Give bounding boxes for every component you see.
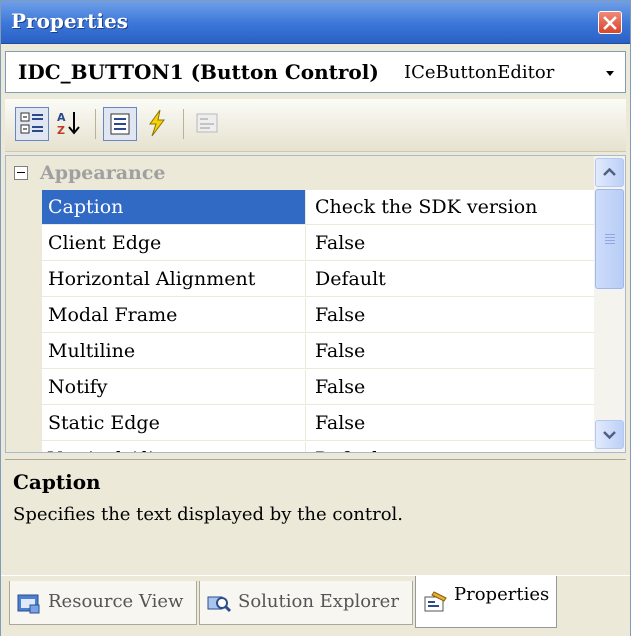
description-pane: Caption Specifies the text displayed by … (5, 459, 626, 570)
svg-text:Z: Z (57, 124, 65, 137)
property-row-client-edge[interactable]: Client Edge False (6, 226, 594, 262)
close-button[interactable] (598, 11, 622, 34)
bottom-tab-strip: Resource View Solution Explorer Properti… (1, 575, 630, 636)
scroll-down-button[interactable] (595, 420, 624, 449)
properties-window: Properties IDC_BUTTON1 (Button Control) … (0, 0, 631, 636)
property-name: Client Edge (42, 226, 306, 261)
dropdown-arrow-icon[interactable] (599, 60, 621, 84)
events-icon (149, 109, 165, 137)
svg-text:A: A (57, 111, 66, 124)
thumb-grip (605, 234, 615, 235)
description-title: Caption (13, 470, 101, 494)
row-gutter (6, 298, 42, 334)
property-row-multiline[interactable]: Multiline False (6, 334, 594, 370)
properties-tab-icon (424, 591, 447, 612)
property-value[interactable]: Check the SDK version (306, 190, 594, 225)
tab-resource-view[interactable]: Resource View (9, 581, 197, 625)
solution-explorer-icon (207, 596, 232, 613)
property-pages-icon (196, 113, 218, 133)
row-gutter (6, 262, 42, 298)
tab-label: Properties (454, 584, 550, 605)
thumb-grip (605, 243, 615, 244)
category-appearance[interactable]: Appearance (6, 156, 594, 190)
property-value[interactable]: False (306, 226, 594, 261)
property-row-static-edge[interactable]: Static Edge False (6, 406, 594, 442)
row-gutter (6, 442, 42, 452)
close-icon (603, 16, 617, 30)
toolbar-separator (95, 109, 96, 139)
alphabetical-button[interactable]: A Z (53, 107, 87, 141)
properties-toolbar: A Z (5, 99, 626, 152)
alphabetical-icon: A Z (57, 111, 80, 137)
tab-label: Solution Explorer (238, 591, 399, 612)
row-gutter (6, 190, 42, 226)
categorized-icon (20, 112, 43, 134)
resource-view-icon (17, 594, 40, 614)
property-pages-button[interactable] (191, 107, 225, 141)
row-gutter (6, 406, 42, 442)
toolbar-separator (183, 109, 184, 139)
row-gutter (6, 334, 42, 370)
description-text: Specifies the text displayed by the cont… (13, 504, 404, 525)
object-type: ICeButtonEditor (404, 62, 555, 83)
chevron-down-icon (603, 431, 616, 440)
property-value[interactable]: False (306, 406, 594, 441)
property-value[interactable]: False (306, 298, 594, 333)
events-button[interactable] (141, 107, 175, 141)
chevron-up-icon (603, 167, 616, 176)
property-name: Caption (42, 190, 306, 225)
scroll-up-button[interactable] (595, 158, 624, 187)
property-value[interactable]: Default (306, 262, 594, 297)
property-row-horizontal-alignment[interactable]: Horizontal Alignment Default (6, 262, 594, 298)
row-gutter (6, 370, 42, 406)
property-value[interactable]: False (306, 334, 594, 369)
property-row-notify[interactable]: Notify False (6, 370, 594, 406)
thumb-grip (605, 240, 615, 241)
thumb-grip (605, 237, 615, 238)
property-name: Static Edge (42, 406, 306, 441)
scroll-thumb[interactable] (595, 189, 624, 289)
properties-button[interactable] (103, 107, 137, 141)
property-row-modal-frame[interactable]: Modal Frame False (6, 298, 594, 334)
property-name: Multiline (42, 334, 306, 369)
categorized-button[interactable] (15, 107, 49, 141)
tab-properties[interactable]: Properties (415, 576, 557, 628)
property-name: Horizontal Alignment (42, 262, 306, 297)
collapse-icon[interactable] (14, 166, 28, 180)
property-name: Vertical Alignment (42, 442, 306, 452)
property-row-vertical-alignment[interactable]: Vertical Alignment Default (6, 442, 594, 452)
property-value[interactable]: False (306, 370, 594, 405)
object-name: IDC_BUTTON1 (Button Control) (18, 60, 379, 84)
property-name: Modal Frame (42, 298, 306, 333)
property-value[interactable]: Default (306, 442, 594, 452)
tab-label: Resource View (48, 591, 184, 612)
vertical-scrollbar[interactable] (594, 156, 625, 452)
window-title: Properties (11, 9, 128, 33)
property-grid[interactable]: Appearance Caption Check the SDK version… (5, 155, 626, 453)
property-row-caption[interactable]: Caption Check the SDK version (6, 190, 594, 226)
property-name: Notify (42, 370, 306, 405)
category-label: Appearance (40, 162, 166, 184)
object-selector-combo[interactable]: IDC_BUTTON1 (Button Control) ICeButtonEd… (5, 51, 626, 93)
properties-icon (110, 113, 130, 135)
tab-solution-explorer[interactable]: Solution Explorer (199, 581, 413, 625)
title-bar[interactable]: Properties (1, 1, 630, 44)
row-gutter (6, 226, 42, 262)
